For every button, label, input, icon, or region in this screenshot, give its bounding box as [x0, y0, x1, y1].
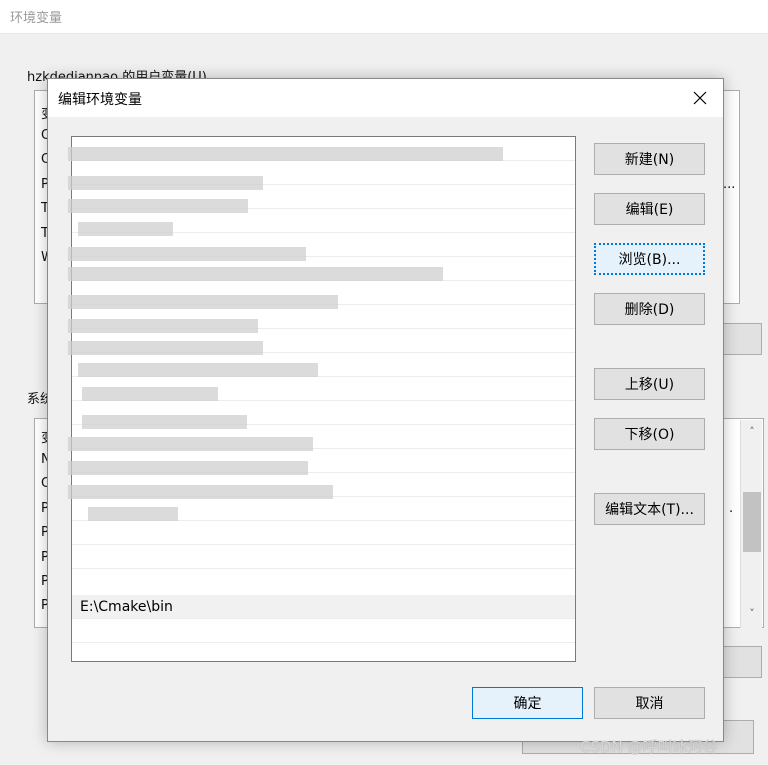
list-item[interactable] [72, 521, 575, 545]
list-item-overflow: . [729, 501, 734, 516]
move-up-button[interactable]: 上移(U) [594, 368, 705, 400]
chevron-down-icon[interactable]: ˅ [741, 604, 763, 624]
edit-button[interactable]: 编辑(E) [594, 193, 705, 225]
chevron-up-icon[interactable]: ˄ [741, 422, 763, 442]
redacted-text [68, 176, 263, 190]
watermark: CSDN @呼叫冰河谷 [580, 738, 718, 756]
redacted-text [88, 507, 178, 521]
move-down-button[interactable]: 下移(O) [594, 418, 705, 450]
edit-text-button[interactable]: 编辑文本(T)... [594, 493, 705, 525]
new-button[interactable]: 新建(N) [594, 143, 705, 175]
list-item-overflow: ... [723, 177, 736, 192]
list-item[interactable] [72, 545, 575, 569]
cancel-button[interactable]: 取消 [594, 687, 705, 719]
delete-button[interactable]: 删除(D) [594, 293, 705, 325]
window-titlebar: 环境变量 [0, 0, 768, 34]
path-item-selected[interactable]: E:\Cmake\bin [72, 595, 575, 619]
list-item[interactable] [72, 619, 575, 643]
dialog-title: 编辑环境变量 [58, 92, 142, 108]
browse-button[interactable]: 浏览(B)... [594, 243, 705, 275]
close-button[interactable] [677, 79, 723, 117]
ok-button[interactable]: 确定 [472, 687, 583, 719]
redacted-text [78, 222, 173, 236]
redacted-text [68, 147, 503, 161]
redacted-text [68, 199, 248, 213]
list-item[interactable] [72, 643, 575, 661]
redacted-text [68, 461, 308, 475]
redacted-text [68, 267, 443, 281]
redacted-text [68, 437, 313, 451]
window-title: 环境变量 [10, 11, 63, 26]
close-icon [693, 91, 707, 105]
redacted-text [68, 247, 306, 261]
redacted-text [68, 319, 258, 333]
edit-environment-variable-dialog: 编辑环境变量 E:\Cmake\bin 新建(N) 编辑(E) 浏览(B)...… [47, 78, 724, 742]
redacted-text [68, 485, 333, 499]
redacted-text [68, 341, 263, 355]
scrollbar-thumb[interactable] [743, 492, 761, 552]
redacted-text [82, 387, 218, 401]
dialog-titlebar: 编辑环境变量 [48, 79, 723, 117]
system-list-scrollbar[interactable]: ˄ ˅ [740, 420, 762, 628]
redacted-text [68, 295, 338, 309]
redacted-text [78, 363, 318, 377]
redacted-text [82, 415, 247, 429]
